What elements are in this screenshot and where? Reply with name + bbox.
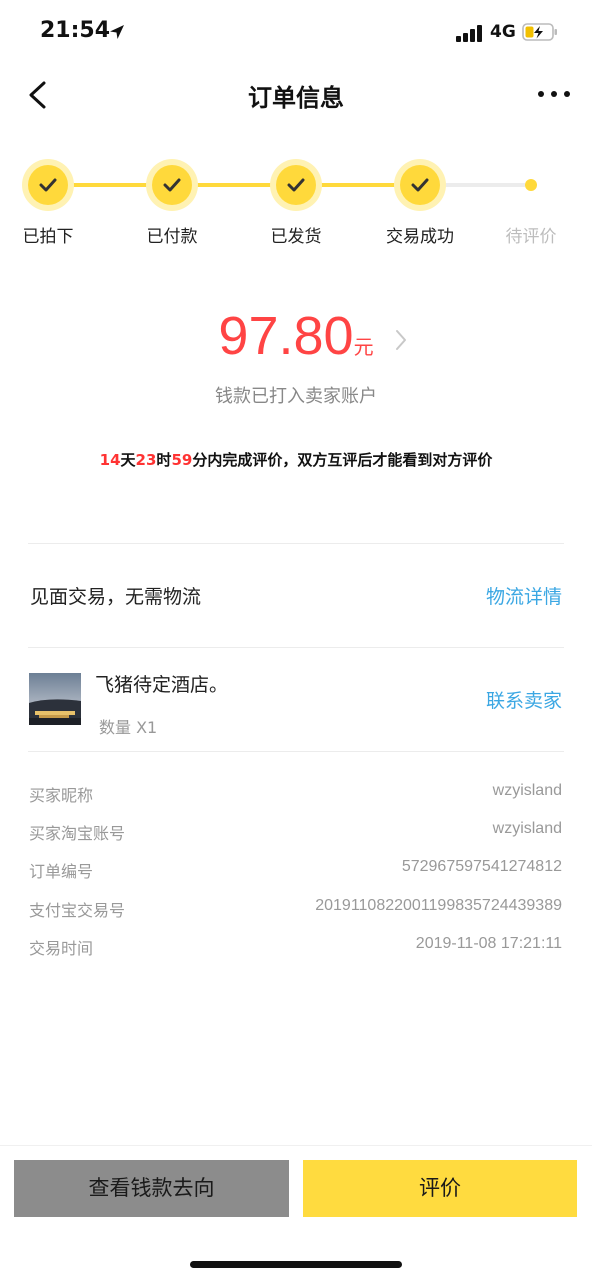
divider [28, 647, 564, 648]
countdown-minutes: 59 [171, 451, 193, 469]
contact-seller-link[interactable]: 联系卖家 [486, 686, 562, 713]
order-progress-tracker: 已拍下 已付款 已发货 交易成功 待评价 [0, 150, 592, 260]
check-icon [411, 178, 429, 192]
bottom-bar-divider [0, 1145, 592, 1146]
review-countdown: 14天23时59分内完成评价，双方互评后才能看到对方评价 [0, 449, 592, 470]
step-pending-dot [525, 179, 537, 191]
step-label-review: 待评价 [505, 227, 557, 247]
check-icon [163, 178, 181, 192]
buyer-nickname-value: wzyisland [492, 782, 562, 799]
product-name[interactable]: 飞猪待定酒店。 [95, 670, 228, 697]
logistics-detail-link[interactable]: 物流详情 [486, 582, 562, 609]
more-dots-icon[interactable] [536, 86, 572, 102]
chevron-right-icon[interactable] [394, 328, 408, 352]
countdown-hours: 23 [135, 451, 157, 469]
progress-line-done [48, 183, 420, 187]
trade-time-label: 交易时间 [29, 939, 94, 958]
battery-charging-icon [522, 23, 557, 41]
alipay-trade-label: 支付宝交易号 [29, 901, 126, 920]
step-label-ordered: 已拍下 [22, 227, 74, 247]
order-number-label: 订单编号 [29, 862, 94, 881]
step-label-completed: 交易成功 [386, 227, 454, 247]
check-icon [287, 178, 305, 192]
amount-unit: 元 [353, 335, 374, 359]
buyer-taobao-label: 买家淘宝账号 [29, 824, 126, 843]
alipay-trade-value[interactable]: 2019110822001199835724439389 [315, 897, 562, 915]
order-number-value[interactable]: 572967597541274812 [402, 858, 562, 876]
logistics-text: 见面交易，无需物流 [30, 586, 202, 608]
payment-amount[interactable]: 97.80元 [0, 305, 592, 367]
step-check-4 [400, 165, 440, 205]
product-quantity: 数量 X1 [99, 718, 158, 737]
step-label-shipped: 已发货 [270, 227, 322, 247]
countdown-days-unit: 天 [120, 451, 136, 469]
amount-value: 97.80 [218, 306, 354, 366]
network-type: 4G [490, 22, 516, 42]
countdown-days: 14 [99, 451, 121, 469]
step-label-paid: 已付款 [146, 227, 198, 247]
product-thumbnail[interactable] [29, 673, 81, 725]
payment-note: 钱款已打入卖家账户 [215, 386, 377, 407]
divider [28, 543, 564, 544]
hotel-photo-image [29, 673, 81, 725]
step-check-2 [152, 165, 192, 205]
trade-time-value: 2019-11-08 17:21:11 [415, 935, 562, 952]
divider [28, 751, 564, 752]
status-time: 21:54 [40, 18, 111, 43]
buyer-taobao-value: wzyisland [492, 820, 562, 837]
countdown-text: 分内完成评价，双方互评后才能看到对方评价 [192, 451, 493, 469]
buyer-nickname-label: 买家昵称 [29, 786, 94, 805]
signal-icon [456, 24, 486, 42]
check-icon [39, 178, 57, 192]
page-title: 订单信息 [248, 84, 344, 112]
step-check-3 [276, 165, 316, 205]
view-money-flow-button[interactable]: 查看钱款去向 [14, 1160, 289, 1217]
step-check-1 [28, 165, 68, 205]
home-indicator[interactable] [190, 1261, 402, 1268]
location-arrow-icon [110, 25, 124, 39]
review-button[interactable]: 评价 [303, 1160, 577, 1217]
countdown-hours-unit: 时 [156, 451, 172, 469]
